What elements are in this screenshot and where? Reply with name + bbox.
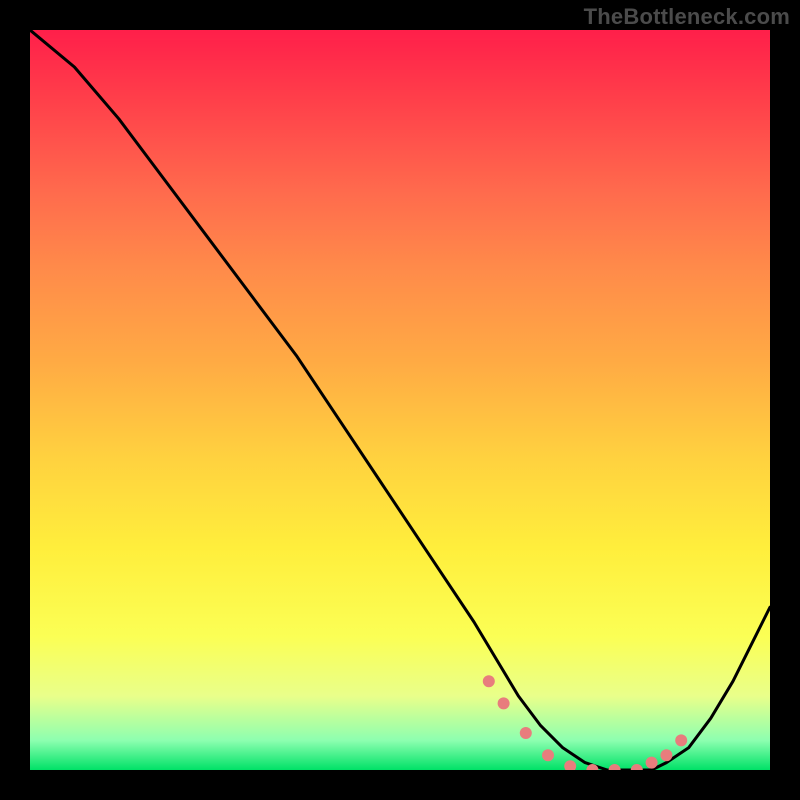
ideal-dot	[646, 757, 658, 769]
watermark-label: TheBottleneck.com	[584, 4, 790, 30]
ideal-dot	[660, 749, 672, 761]
ideal-dot	[498, 697, 510, 709]
chart-frame: TheBottleneck.com	[0, 0, 800, 800]
ideal-dot	[675, 734, 687, 746]
ideal-dot	[631, 764, 643, 770]
ideal-dot	[483, 675, 495, 687]
ideal-dot	[609, 764, 621, 770]
ideal-dot	[542, 749, 554, 761]
bottleneck-curve	[30, 30, 770, 770]
ideal-dot	[564, 760, 576, 770]
curve-overlay	[30, 30, 770, 770]
ideal-dot	[520, 727, 532, 739]
plot-area	[30, 30, 770, 770]
